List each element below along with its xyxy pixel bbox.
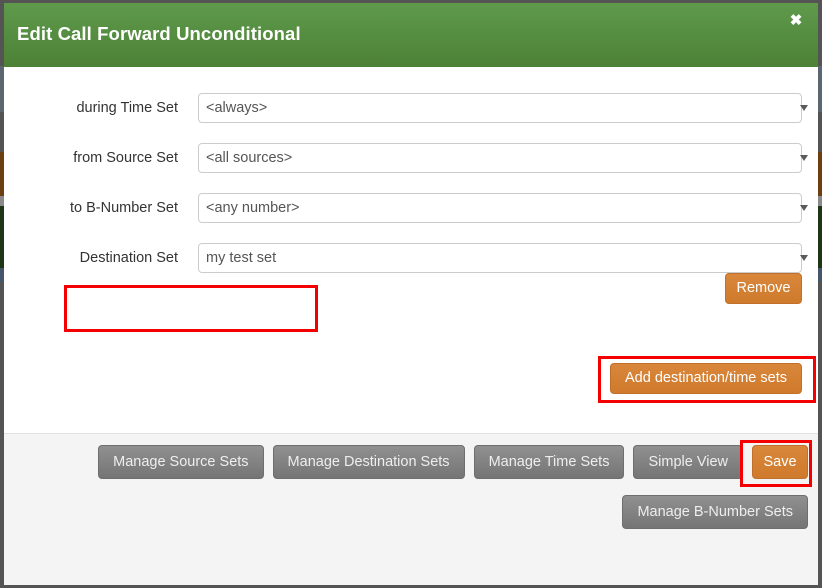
dialog-title: Edit Call Forward Unconditional: [17, 23, 301, 44]
label-source-set: from Source Set: [73, 150, 178, 166]
dialog-footer: Manage Source Sets Manage Destination Set…: [4, 433, 818, 585]
form-row-time-set: during Time Set: [4, 93, 818, 123]
manage-source-sets-button[interactable]: Manage Source Sets: [98, 445, 264, 479]
edit-call-forward-dialog: Edit Call Forward Unconditional ✖ during…: [4, 3, 818, 585]
manage-destination-sets-button[interactable]: Manage Destination Sets: [272, 445, 465, 479]
label-time-set: during Time Set: [76, 100, 178, 116]
form-row-source-set: from Source Set: [4, 143, 818, 173]
form-row-b-number-set: to B-Number Set: [4, 193, 818, 223]
add-destination-time-sets-button[interactable]: Add destination/time sets: [610, 363, 802, 394]
select-destination-set[interactable]: [198, 243, 802, 273]
close-icon[interactable]: ✖: [786, 11, 806, 31]
label-b-number-set: to B-Number Set: [70, 200, 178, 216]
footer-button-row-secondary: Manage B-Number Sets: [622, 495, 808, 529]
select-source-set[interactable]: [198, 143, 802, 173]
select-b-number-set[interactable]: [198, 193, 802, 223]
highlight-box-destination-set: [64, 285, 318, 332]
manage-b-number-sets-button[interactable]: Manage B-Number Sets: [622, 495, 808, 529]
manage-time-sets-button[interactable]: Manage Time Sets: [473, 445, 625, 479]
label-destination-set: Destination Set: [79, 250, 178, 266]
select-time-set[interactable]: [198, 93, 802, 123]
dialog-header: Edit Call Forward Unconditional ✖: [4, 3, 818, 67]
remove-button[interactable]: Remove: [725, 273, 802, 304]
simple-view-button[interactable]: Simple View: [633, 445, 743, 479]
footer-button-row-primary: Manage Source Sets Manage Destination Set…: [98, 445, 808, 479]
form-row-destination-set: Destination Set: [4, 243, 818, 273]
dialog-body: during Time Set from Source Set to B-Numbe…: [4, 67, 818, 433]
save-button[interactable]: Save: [752, 445, 808, 479]
